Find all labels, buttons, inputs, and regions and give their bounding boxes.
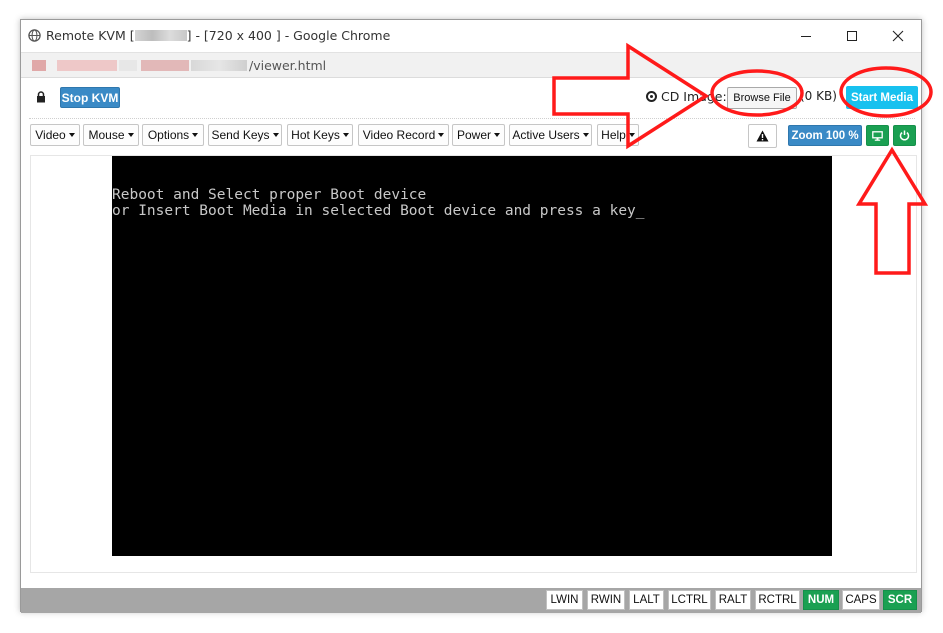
redacted-url-part: [119, 60, 137, 71]
redacted-url-part: [191, 60, 247, 71]
lock-icon: [37, 91, 45, 103]
menu-label: Power: [456, 128, 491, 142]
caret-down-icon: [628, 133, 635, 137]
file-size-label: (0 KB): [800, 89, 837, 103]
redacted-url-part: [32, 60, 46, 71]
redacted-url-part: [141, 60, 189, 71]
key-rwin[interactable]: RWIN: [587, 590, 625, 610]
key-rctrl[interactable]: RCTRL: [755, 590, 800, 610]
menu-video-record[interactable]: Video Record: [358, 124, 449, 146]
display-button[interactable]: [866, 125, 889, 146]
menu-hot-keys[interactable]: Hot Keys: [287, 124, 353, 146]
maximize-button[interactable]: [829, 20, 875, 52]
browse-file-button[interactable]: Browse File: [727, 87, 797, 109]
remote-screen[interactable]: Reboot and Select proper Boot device or …: [112, 156, 832, 556]
menu-label: Hot Keys: [291, 128, 340, 142]
menu-video[interactable]: Video: [30, 124, 80, 146]
maximize-icon: [847, 31, 857, 41]
menu-bar: Video Mouse Options Send Keys Hot Keys V…: [21, 123, 921, 149]
menu-label: Active Users: [512, 128, 580, 142]
globe-icon: [28, 29, 41, 42]
warning-button[interactable]: [748, 124, 777, 148]
power-button[interactable]: [893, 125, 916, 146]
caret-down-icon: [192, 133, 199, 137]
kvm-toolbar: Stop KVM CD Image: Browse File (0 KB) St…: [21, 78, 921, 116]
caret-down-icon: [494, 133, 500, 137]
menu-label: Help: [601, 128, 626, 142]
redacted-url-part: [57, 60, 117, 71]
key-scr[interactable]: SCR: [883, 590, 917, 610]
start-media-button[interactable]: Start Media: [846, 86, 918, 109]
key-ralt[interactable]: RALT: [715, 590, 751, 610]
menu-mouse[interactable]: Mouse: [83, 124, 139, 146]
menu-label: Send Keys: [211, 128, 270, 142]
caret-down-icon: [342, 133, 349, 137]
monitor-icon: [872, 130, 883, 141]
menu-power[interactable]: Power: [452, 124, 505, 146]
window-title: Remote KVM [ ] - [720 x 400 ] - Google Ch…: [46, 28, 390, 43]
minimize-button[interactable]: [783, 20, 829, 52]
window-title-suffix: ] - [720 x 400 ] - Google Chrome: [186, 28, 391, 43]
caret-down-icon: [438, 133, 445, 137]
menu-label: Video: [35, 128, 66, 142]
menu-label: Video Record: [362, 128, 436, 142]
key-num[interactable]: NUM: [803, 590, 839, 610]
key-lctrl[interactable]: LCTRL: [668, 590, 711, 610]
menu-help[interactable]: Help: [597, 124, 639, 146]
status-bar: LWIN RWIN LALT LCTRL RALT RCTRL NUM CAPS…: [21, 588, 921, 613]
key-lalt[interactable]: LALT: [629, 590, 664, 610]
title-bar: Remote KVM [ ] - [720 x 400 ] - Google Ch…: [21, 20, 921, 52]
warning-icon: [756, 130, 769, 142]
menu-send-keys[interactable]: Send Keys: [208, 124, 282, 146]
toolbar-divider: [29, 118, 915, 119]
stop-kvm-button[interactable]: Stop KVM: [60, 87, 120, 108]
browser-window: Remote KVM [ ] - [720 x 400 ] - Google Ch…: [20, 19, 922, 613]
power-icon: [899, 130, 910, 141]
caret-down-icon: [272, 133, 279, 137]
url-path: /viewer.html: [249, 58, 327, 73]
console-line-2: or Insert Boot Media in selected Boot de…: [112, 203, 645, 219]
menu-label: Options: [147, 128, 190, 142]
close-button[interactable]: [875, 20, 921, 52]
address-bar[interactable]: /viewer.html: [21, 52, 921, 78]
menu-active-users[interactable]: Active Users: [509, 124, 592, 146]
caret-down-icon: [68, 133, 75, 137]
redacted-hostname: [134, 30, 187, 41]
key-lwin[interactable]: LWIN: [546, 590, 583, 610]
console-line-1: Reboot and Select proper Boot device: [112, 187, 427, 203]
key-caps[interactable]: CAPS: [842, 590, 880, 610]
cd-image-text: CD Image:: [660, 89, 727, 104]
cd-image-label: CD Image:: [646, 89, 727, 104]
menu-options[interactable]: Options: [142, 124, 204, 146]
caret-down-icon: [582, 133, 589, 137]
minimize-icon: [801, 36, 811, 37]
menu-label: Mouse: [88, 128, 125, 142]
zoom-button[interactable]: Zoom 100 %: [788, 125, 862, 146]
caret-down-icon: [127, 133, 134, 137]
close-icon: [892, 30, 904, 42]
window-title-prefix: Remote KVM [: [46, 28, 135, 43]
cd-icon: [646, 91, 657, 102]
